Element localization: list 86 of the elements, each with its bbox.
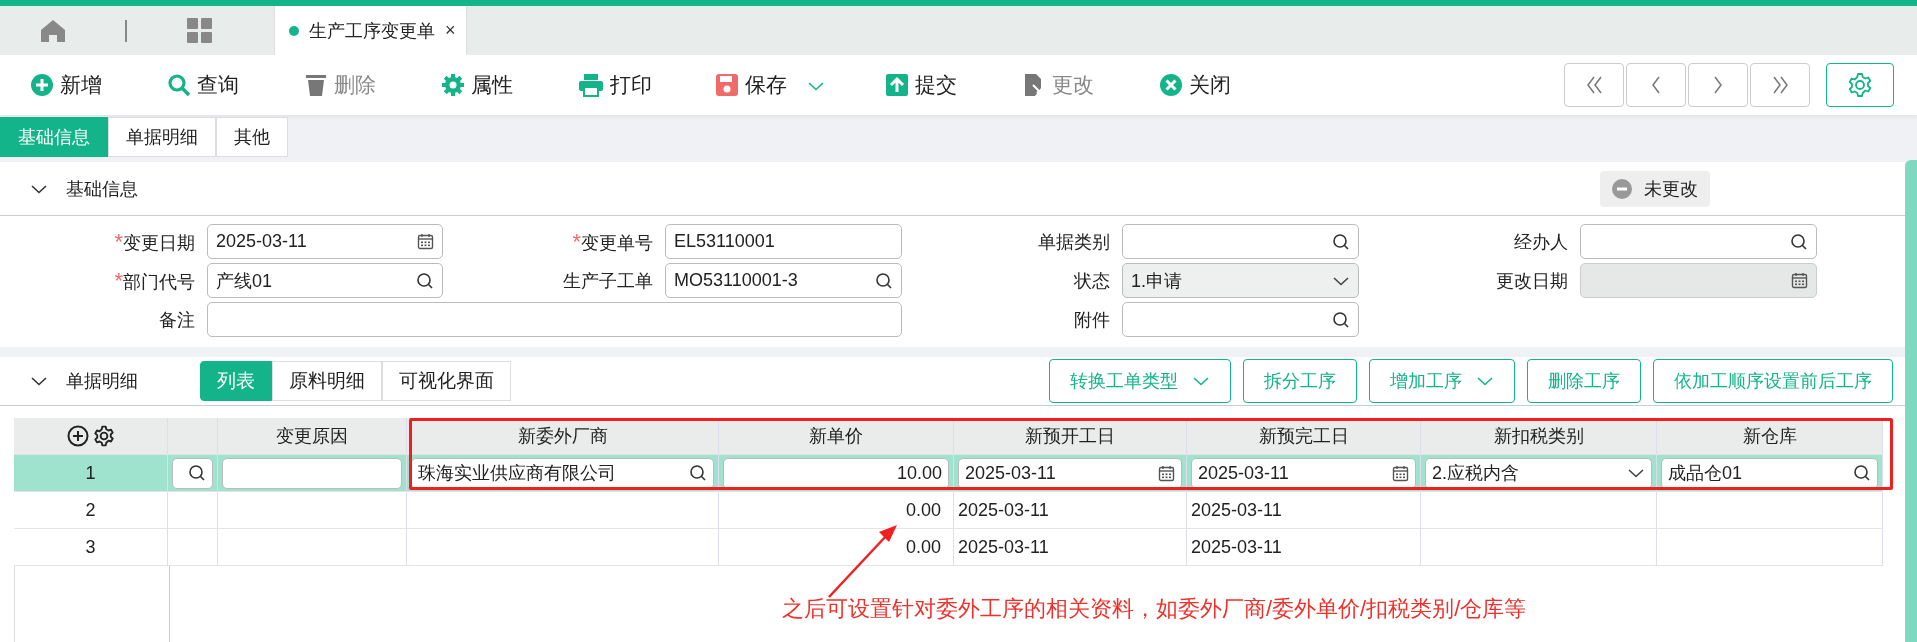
- search-icon: [167, 73, 191, 97]
- input-field[interactable]: MO53110001-3: [665, 263, 902, 298]
- table-cell: 2025-03-11: [1191, 536, 1282, 558]
- settings-button[interactable]: [1826, 63, 1894, 107]
- input-field[interactable]: [172, 457, 213, 489]
- table-cell: 0.00: [905, 499, 941, 521]
- section-title: 单据明细: [66, 370, 139, 393]
- input-field[interactable]: 成品仓01: [1661, 457, 1878, 489]
- add-icon[interactable]: [66, 425, 89, 447]
- trash-icon: [304, 73, 328, 97]
- input-field[interactable]: 产线01: [207, 263, 443, 298]
- field-label: 备注: [158, 308, 196, 332]
- status-dot: [289, 25, 299, 36]
- search-icon[interactable]: [1332, 232, 1350, 251]
- row-number: 1: [85, 462, 96, 484]
- chevron-down-icon[interactable]: [30, 375, 48, 387]
- search-icon[interactable]: [1853, 464, 1871, 482]
- table-cell: 2025-03-11: [958, 536, 1049, 558]
- input-field[interactable]: 珠海实业供应商有限公司: [411, 457, 714, 489]
- calendar-icon[interactable]: [1392, 464, 1409, 482]
- chevron-down-icon[interactable]: [30, 182, 48, 195]
- plus-icon: [30, 73, 54, 97]
- upload-icon: [885, 73, 909, 97]
- table-row[interactable]: 1 珠海实业供应商有限公司 10.00 2025-03-11 2025-03-11 2.应税内含 成品仓01: [14, 455, 1905, 492]
- row-number: 2: [85, 499, 96, 521]
- input-field[interactable]: [222, 457, 402, 489]
- toolbar-button[interactable]: 属性: [441, 71, 578, 99]
- field-label: *变更单号: [571, 228, 654, 255]
- settings-icon: [1847, 72, 1873, 98]
- table-cell: 2025-03-11: [958, 499, 1049, 521]
- toolbar-button[interactable]: 保存: [715, 71, 885, 99]
- chevron-down-icon[interactable]: [1332, 274, 1350, 287]
- toolbar-button[interactable]: 提交: [885, 71, 1022, 99]
- calendar-icon[interactable]: [1158, 464, 1175, 482]
- field-label: 生产子工单: [562, 269, 654, 293]
- table-cell: 2025-03-11: [1191, 499, 1282, 521]
- input-field[interactable]: [1122, 224, 1359, 259]
- toolbar-button[interactable]: 查询: [167, 71, 304, 99]
- field-label: 更改日期: [1495, 269, 1569, 293]
- search-icon[interactable]: [416, 271, 434, 290]
- field-label: 单据类别: [1037, 230, 1111, 254]
- row-number: 3: [85, 536, 96, 558]
- date-field[interactable]: 2025-03-11: [958, 457, 1182, 489]
- search-icon[interactable]: [689, 464, 707, 482]
- select-field[interactable]: 2.应税内含: [1425, 457, 1652, 489]
- field-label: 经办人: [1513, 230, 1569, 254]
- close-icon: [1159, 73, 1183, 97]
- field-label: *变更日期: [113, 228, 196, 255]
- search-icon[interactable]: [188, 464, 206, 482]
- toolbar-button[interactable]: 新增: [30, 71, 167, 99]
- search-icon[interactable]: [875, 271, 893, 290]
- search-icon[interactable]: [1790, 232, 1808, 251]
- status-badge: 未更改: [1600, 170, 1710, 207]
- field-label: 附件: [1073, 308, 1111, 332]
- section-title: 基础信息: [66, 177, 138, 201]
- section-tab[interactable]: 其他: [216, 117, 288, 157]
- settings-icon[interactable]: [92, 425, 115, 447]
- calendar-icon[interactable]: [417, 233, 434, 250]
- input-field[interactable]: 10.00: [723, 457, 949, 489]
- chevron-down-icon[interactable]: [1627, 467, 1645, 479]
- table-row[interactable]: 2 0.00 2025-03-11 2025-03-11: [14, 492, 1905, 529]
- view-tab[interactable]: 原料明细: [272, 361, 382, 401]
- input-field[interactable]: [1122, 302, 1359, 337]
- toolbar-button[interactable]: 打印: [578, 71, 715, 99]
- input-field[interactable]: [207, 302, 902, 337]
- printer-icon: [578, 73, 604, 97]
- input-field[interactable]: [1580, 224, 1817, 259]
- date-field[interactable]: 2025-03-11: [1191, 457, 1416, 489]
- table-row[interactable]: 3 0.00 2025-03-11 2025-03-11: [14, 529, 1905, 566]
- table-cell: 0.00: [905, 536, 941, 558]
- search-icon[interactable]: [1332, 310, 1350, 329]
- field-label: *部门代号: [113, 267, 196, 294]
- grid-icon[interactable]: [186, 17, 213, 44]
- home-icon[interactable]: [39, 18, 66, 43]
- field-label: 状态: [1073, 269, 1111, 293]
- toolbar-button[interactable]: 关闭: [1159, 71, 1296, 99]
- input-field[interactable]: 1.申请: [1122, 263, 1359, 298]
- view-tab[interactable]: 可视化界面: [382, 361, 511, 401]
- scrollbar-thumb[interactable]: [1905, 160, 1917, 642]
- document-tab[interactable]: 生产工序变更单 ×: [274, 6, 467, 55]
- close-button[interactable]: ×: [445, 20, 456, 41]
- section-tab[interactable]: 单据明细: [108, 117, 216, 157]
- column-header[interactable]: 变更原因: [218, 418, 407, 455]
- input-field[interactable]: EL53110001: [665, 224, 902, 259]
- annotation-text: 之后可设置针对委外工序的相关资料，如委外厂商/委外单价/扣税类别/仓库等: [782, 595, 1527, 623]
- input-field[interactable]: 2025-03-11: [207, 224, 443, 259]
